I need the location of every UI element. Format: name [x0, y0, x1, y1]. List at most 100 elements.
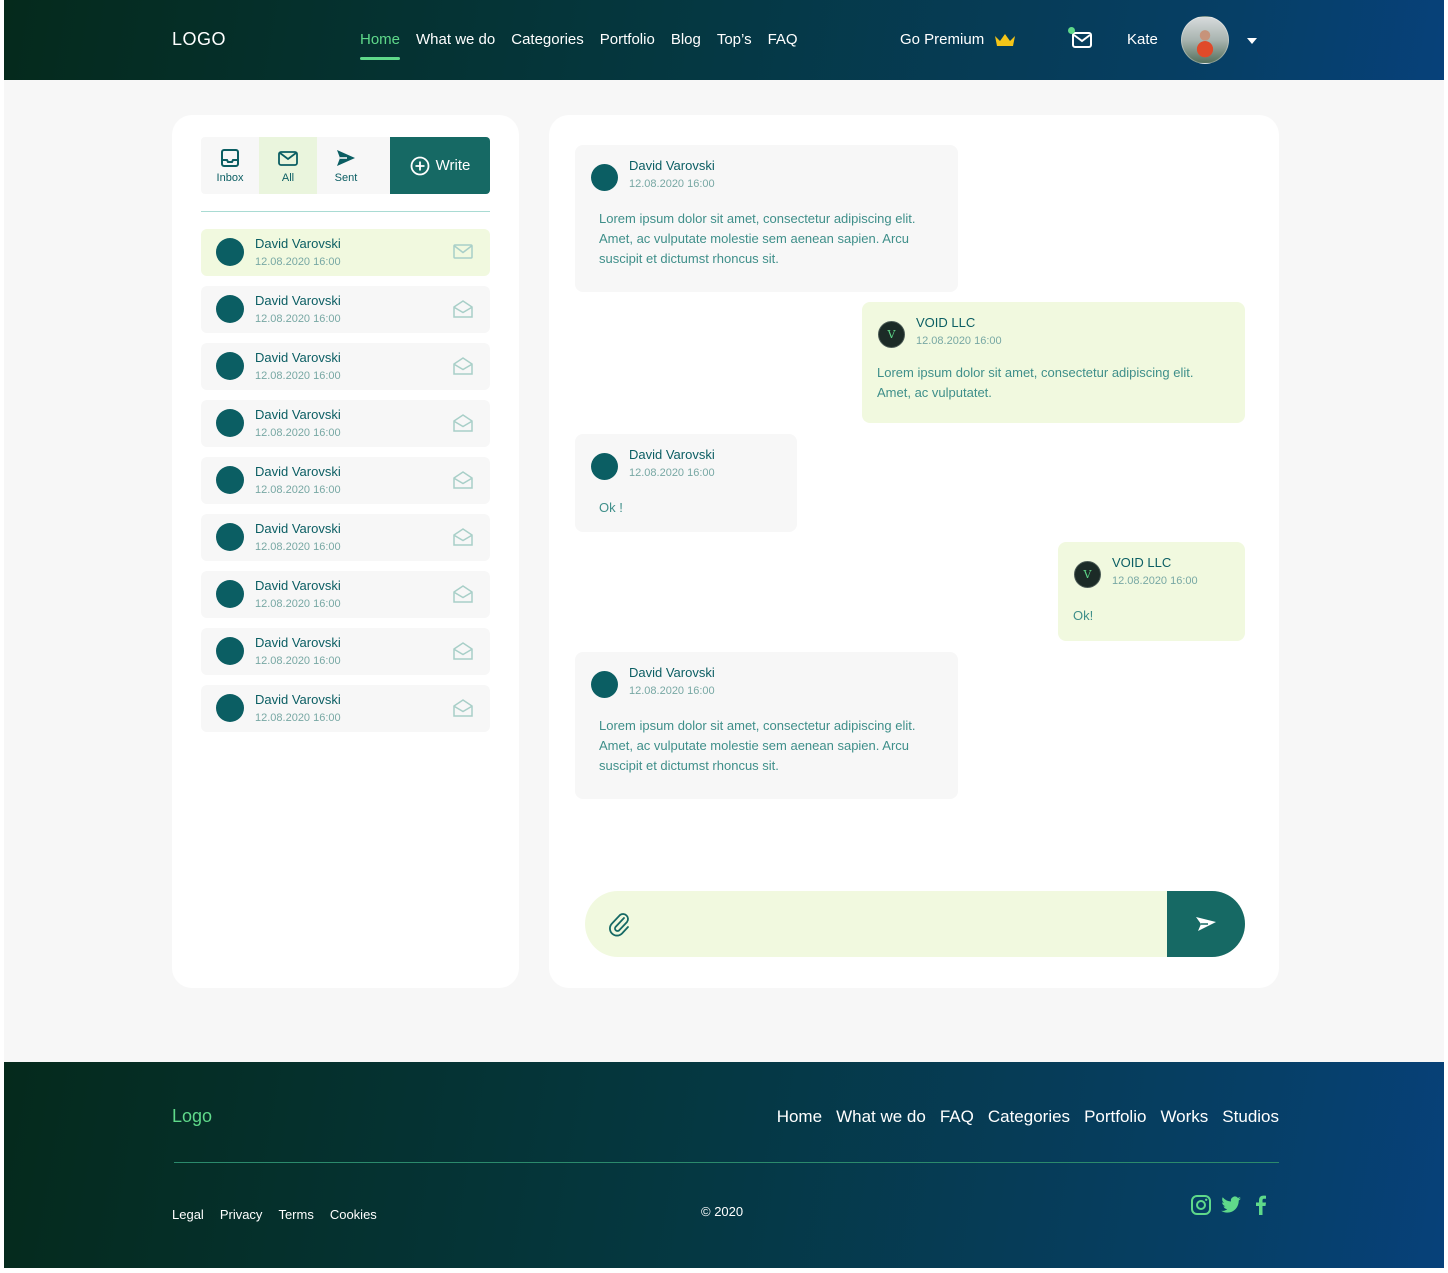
thread-sender: David Varovski [255, 236, 341, 251]
thread-item[interactable]: David Varovski 12.08.2020 16:00 [201, 229, 490, 276]
thread-date: 12.08.2020 16:00 [255, 712, 341, 724]
thread-sender: David Varovski [255, 407, 341, 422]
nav-home[interactable]: Home [360, 31, 401, 60]
footer-divider [174, 1162, 1279, 1163]
envelope-open-icon [453, 528, 473, 546]
tab-all[interactable]: All [259, 137, 317, 194]
footer-logo[interactable]: Logo [172, 1106, 212, 1127]
message-bubble: David Varovski 12.08.2020 16:00 Lorem ip… [575, 145, 958, 292]
avatar [591, 453, 618, 480]
thread-item[interactable]: David Varovski 12.08.2020 16:00 [201, 343, 490, 390]
void-avatar-letter: V [887, 328, 896, 341]
thread-item[interactable]: David Varovski 12.08.2020 16:00 [201, 457, 490, 504]
footer-link-home[interactable]: Home [777, 1107, 822, 1127]
tab-inbox-label: Inbox [216, 171, 244, 184]
message-bubble: David Varovski 12.08.2020 16:00 Ok ! [575, 434, 797, 532]
notification-dot [1068, 27, 1075, 34]
messages-icon[interactable] [1068, 27, 1094, 52]
message-text: Lorem ipsum dolor sit amet, consectetur … [599, 718, 916, 773]
avatar [216, 238, 244, 266]
message-date: 12.08.2020 16:00 [629, 685, 715, 697]
paperclip-icon[interactable] [607, 911, 631, 937]
chevron-down-icon[interactable] [1247, 38, 1257, 44]
nav-tops[interactable]: Top’s [717, 31, 752, 48]
footer-link-works[interactable]: Works [1160, 1107, 1208, 1127]
thread-item[interactable]: David Varovski 12.08.2020 16:00 [201, 571, 490, 618]
avatar [216, 580, 244, 608]
footer-nav: Home What we do FAQ Categories Portfolio… [777, 1107, 1279, 1127]
plus-circle-icon [410, 156, 430, 175]
tab-inbox[interactable]: Inbox [201, 137, 259, 194]
thread-item[interactable]: David Varovski 12.08.2020 16:00 [201, 514, 490, 561]
envelope-open-icon [453, 585, 473, 603]
message-date: 12.08.2020 16:00 [1112, 575, 1198, 587]
message-text: Lorem ipsum dolor sit amet, consectetur … [599, 211, 916, 266]
footer-link-what-we-do[interactable]: What we do [836, 1107, 926, 1127]
message-text: Ok! [1073, 608, 1094, 623]
thread-date: 12.08.2020 16:00 [255, 370, 341, 382]
thread-date: 12.08.2020 16:00 [255, 427, 341, 439]
tab-sent[interactable]: Sent [317, 137, 375, 194]
thread-sender: David Varovski [255, 350, 341, 365]
thread-item[interactable]: David Varovski 12.08.2020 16:00 [201, 628, 490, 675]
message-input[interactable] [645, 891, 1165, 957]
thread-date: 12.08.2020 16:00 [255, 484, 341, 496]
write-button[interactable]: Write [390, 137, 490, 194]
send-icon [1196, 917, 1216, 931]
user-name[interactable]: Kate [1127, 31, 1158, 48]
instagram-icon[interactable] [1190, 1194, 1212, 1216]
tab-all-label: All [281, 171, 295, 184]
thread-sender: David Varovski [255, 293, 341, 308]
avatar [216, 466, 244, 494]
footer-link-portfolio[interactable]: Portfolio [1084, 1107, 1146, 1127]
nav-what-we-do[interactable]: What we do [416, 31, 495, 48]
mailbox-panel: Inbox All Sent Write David Varovski 12.0… [172, 115, 519, 988]
go-premium-label: Go Premium [900, 31, 985, 48]
crown-icon [995, 33, 1016, 46]
avatar [216, 295, 244, 323]
facebook-icon[interactable] [1250, 1194, 1272, 1216]
footer-link-faq[interactable]: FAQ [940, 1107, 974, 1127]
thread-list: David Varovski 12.08.2020 16:00 David Va… [201, 229, 490, 742]
go-premium-button[interactable]: Go Premium [900, 31, 1016, 48]
avatar [216, 694, 244, 722]
nav-faq[interactable]: FAQ [768, 31, 798, 48]
envelope-open-icon [453, 357, 473, 375]
user-avatar[interactable] [1181, 16, 1229, 64]
avatar [591, 671, 618, 698]
envelope-open-icon [453, 414, 473, 432]
footer-link-studios[interactable]: Studios [1222, 1107, 1279, 1127]
footer-link-categories[interactable]: Categories [988, 1107, 1070, 1127]
nav-blog[interactable]: Blog [671, 31, 701, 48]
message-date: 12.08.2020 16:00 [629, 467, 715, 479]
copyright: © 2020 [701, 1204, 744, 1219]
message-sender: VOID LLC [916, 315, 976, 330]
void-llc-avatar: V [1074, 561, 1101, 588]
inbox-icon [221, 148, 239, 167]
thread-date: 12.08.2020 16:00 [255, 598, 341, 610]
message-sender: VOID LLC [1112, 555, 1172, 570]
envelope-open-icon [453, 699, 473, 717]
thread-item[interactable]: David Varovski 12.08.2020 16:00 [201, 400, 490, 447]
thread-item[interactable]: David Varovski 12.08.2020 16:00 [201, 286, 490, 333]
footer-link-cookies[interactable]: Cookies [330, 1207, 377, 1222]
thread-sender: David Varovski [255, 635, 341, 650]
thread-date: 12.08.2020 16:00 [255, 655, 341, 667]
send-button[interactable] [1167, 891, 1245, 957]
thread-sender: David Varovski [255, 692, 341, 707]
footer-link-privacy[interactable]: Privacy [220, 1207, 263, 1222]
footer: Logo Home What we do FAQ Categories Port… [4, 1062, 1444, 1268]
nav-categories[interactable]: Categories [511, 31, 584, 48]
message-text: Ok ! [599, 500, 623, 515]
thread-item[interactable]: David Varovski 12.08.2020 16:00 [201, 685, 490, 732]
envelope-open-icon [453, 300, 473, 318]
twitter-icon[interactable] [1220, 1194, 1242, 1216]
message-date: 12.08.2020 16:00 [916, 335, 1002, 347]
legal-links: Legal Privacy Terms Cookies [172, 1207, 377, 1222]
tab-sent-label: Sent [334, 171, 358, 184]
footer-link-legal[interactable]: Legal [172, 1207, 204, 1222]
logo[interactable]: LOGO [172, 29, 226, 50]
message-text: Lorem ipsum dolor sit amet, consectetur … [877, 365, 1194, 400]
footer-link-terms[interactable]: Terms [278, 1207, 313, 1222]
nav-portfolio[interactable]: Portfolio [600, 31, 655, 48]
